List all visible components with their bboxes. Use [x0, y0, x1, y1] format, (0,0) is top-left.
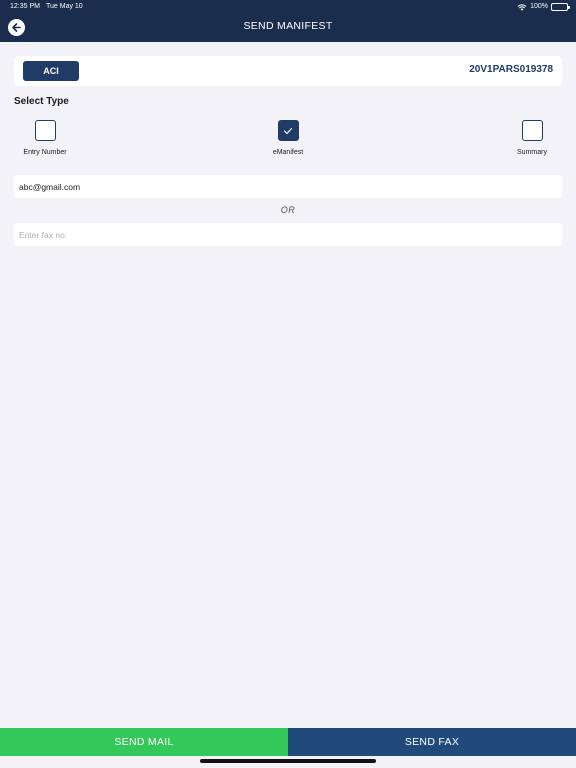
emanifest-checkbox[interactable] [277, 120, 299, 141]
checkmark-icon [283, 127, 293, 134]
status-date: Tue May 10 [46, 3, 83, 10]
battery-icon [551, 3, 570, 11]
entry-number-checkbox[interactable] [34, 120, 56, 141]
option-emanifest[interactable]: eManifest [258, 120, 318, 156]
manifest-info-card: ACI 20V1PARS019378 [14, 56, 562, 86]
page-title: SEND MANIFEST [243, 20, 333, 32]
home-indicator[interactable] [200, 759, 376, 763]
wifi-icon [517, 3, 527, 11]
select-type-title: Select Type [14, 96, 69, 107]
send-fax-button[interactable]: SEND FAX [288, 728, 576, 756]
aci-badge[interactable]: ACI [23, 61, 79, 81]
summary-label: Summary [517, 149, 547, 156]
action-bar: SEND MAIL SEND FAX [0, 728, 576, 756]
status-time: 12:35 PM [10, 3, 40, 10]
or-separator: OR [280, 205, 296, 215]
summary-checkbox[interactable] [521, 120, 543, 141]
fax-number-field[interactable] [14, 223, 562, 246]
status-bar: 12:35 PM Tue May 10 100% [0, 0, 576, 14]
emanifest-label: eManifest [272, 149, 304, 156]
email-field[interactable] [14, 175, 562, 198]
battery-percent: 100% [530, 3, 548, 10]
send-mail-button[interactable]: SEND MAIL [0, 728, 288, 756]
top-bar: 12:35 PM Tue May 10 100% SEND MANIFEST [0, 0, 576, 42]
option-summary[interactable]: Summary [502, 120, 562, 156]
manifest-id: 20V1PARS019378 [469, 64, 553, 75]
status-right: 100% [517, 0, 570, 14]
entry-number-label: Entry Number [23, 149, 67, 156]
app-screen: 12:35 PM Tue May 10 100% SEND MANIFEST A… [0, 0, 576, 768]
option-entry-number[interactable]: Entry Number [14, 120, 76, 156]
